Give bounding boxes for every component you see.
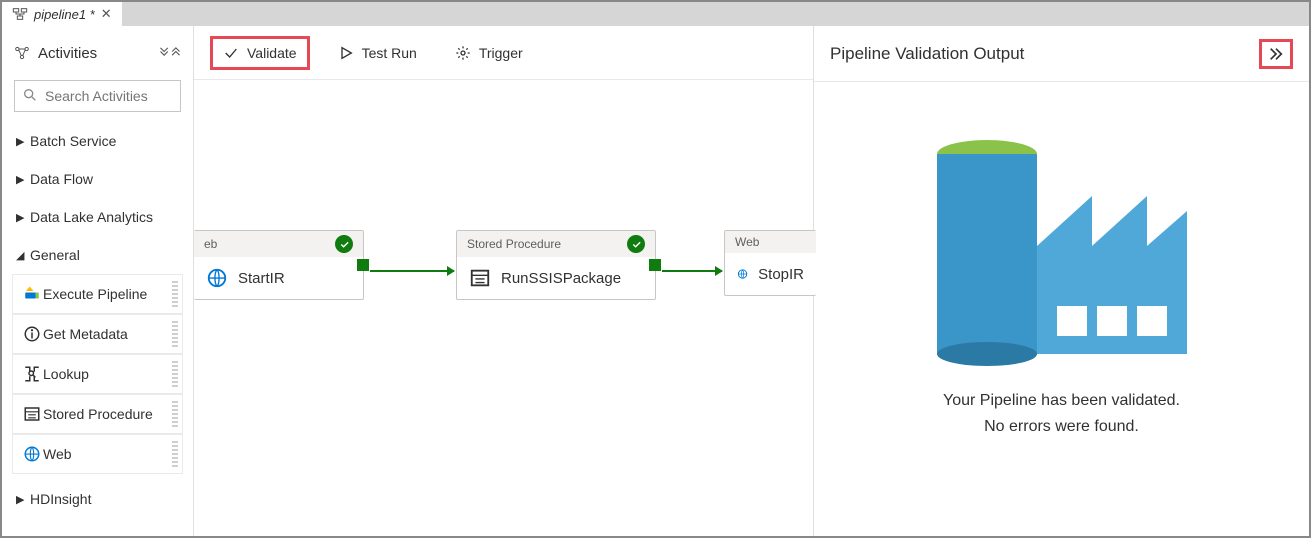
trigger-icon (455, 45, 471, 61)
close-icon[interactable]: ✕ (101, 6, 112, 22)
search-input[interactable] (14, 80, 181, 112)
web-icon (737, 263, 748, 285)
activity-stored-procedure[interactable]: Stored Procedure (12, 394, 183, 434)
tab-pipeline1[interactable]: pipeline1 * ✕ (2, 2, 122, 26)
panel-header: Pipeline Validation Output (814, 26, 1309, 82)
test-run-button[interactable]: Test Run (328, 39, 427, 67)
sidebar-title: Activities (14, 45, 97, 62)
group-data-flow[interactable]: ▶Data Flow (2, 160, 193, 198)
node-head: Stored Procedure (457, 231, 655, 257)
grip-icon (172, 321, 178, 347)
connector-1-2[interactable] (370, 270, 454, 272)
node-runssispackage[interactable]: Stored Procedure RunSSISPackage (456, 230, 656, 300)
grip-icon (172, 401, 178, 427)
expand-collapse-icon[interactable] (159, 46, 181, 60)
pipeline-icon (12, 6, 28, 22)
check-icon (223, 45, 239, 61)
panel-title: Pipeline Validation Output (830, 44, 1024, 64)
success-icon (627, 235, 645, 253)
info-icon (21, 325, 43, 343)
group-data-lake-analytics[interactable]: ▶Data Lake Analytics (2, 198, 193, 236)
node-stopir[interactable]: Web StopIR (724, 230, 816, 296)
execute-pipeline-icon (21, 285, 43, 303)
canvas[interactable]: Validate Test Run Trigger eb (194, 26, 813, 536)
node-body: StartIR (194, 257, 363, 299)
connector-2-3[interactable] (662, 270, 722, 272)
validate-button[interactable]: Validate (210, 36, 310, 70)
sidebar-header: Activities (2, 26, 193, 80)
grip-icon (172, 281, 178, 307)
web-icon (206, 267, 228, 289)
panel-body: Your Pipeline has been validated. No err… (814, 82, 1309, 536)
lookup-icon (21, 365, 43, 383)
group-hdinsight[interactable]: ▶HDInsight (2, 480, 193, 518)
node-startir[interactable]: eb StartIR (194, 230, 364, 300)
stored-procedure-icon (469, 267, 491, 289)
activity-execute-pipeline[interactable]: Execute Pipeline (12, 274, 183, 314)
search-icon (22, 87, 38, 108)
node-body: RunSSISPackage (457, 257, 655, 299)
factory-illustration (932, 116, 1192, 366)
canvas-stage[interactable]: eb StartIR Stored Procedure (194, 80, 813, 536)
activity-web[interactable]: Web (12, 434, 183, 474)
canvas-toolbar: Validate Test Run Trigger (194, 26, 813, 80)
activities-icon (14, 45, 30, 61)
tab-bar: pipeline1 * ✕ (2, 2, 1309, 26)
group-batch-service[interactable]: ▶Batch Service (2, 122, 193, 160)
grip-icon (172, 441, 178, 467)
node-head: eb (194, 231, 363, 257)
node-head: Web (725, 231, 816, 253)
tab-title: pipeline1 * (34, 7, 95, 22)
output-port[interactable] (649, 259, 661, 271)
grip-icon (172, 361, 178, 387)
web-icon (21, 445, 43, 463)
collapse-panel-button[interactable] (1259, 39, 1293, 69)
node-body: StopIR (725, 253, 816, 295)
activity-get-metadata[interactable]: Get Metadata (12, 314, 183, 354)
group-general[interactable]: ◢General (2, 236, 193, 274)
activities-sidebar: Activities ▶Batch Service ▶Data Flow ▶Da… (2, 26, 194, 536)
validation-panel: Pipeline Validation Output Your Pipeline… (813, 26, 1309, 536)
validation-message: Your Pipeline has been validated. No err… (943, 388, 1180, 439)
body: Activities ▶Batch Service ▶Data Flow ▶Da… (2, 26, 1309, 536)
stored-procedure-icon (21, 405, 43, 423)
success-icon (335, 235, 353, 253)
search-activities (14, 80, 181, 112)
app-root: pipeline1 * ✕ Activities (0, 0, 1311, 538)
trigger-button[interactable]: Trigger (445, 39, 533, 67)
output-port[interactable] (357, 259, 369, 271)
activity-lookup[interactable]: Lookup (12, 354, 183, 394)
chevron-double-right-icon (1267, 46, 1285, 62)
play-icon (338, 45, 354, 61)
